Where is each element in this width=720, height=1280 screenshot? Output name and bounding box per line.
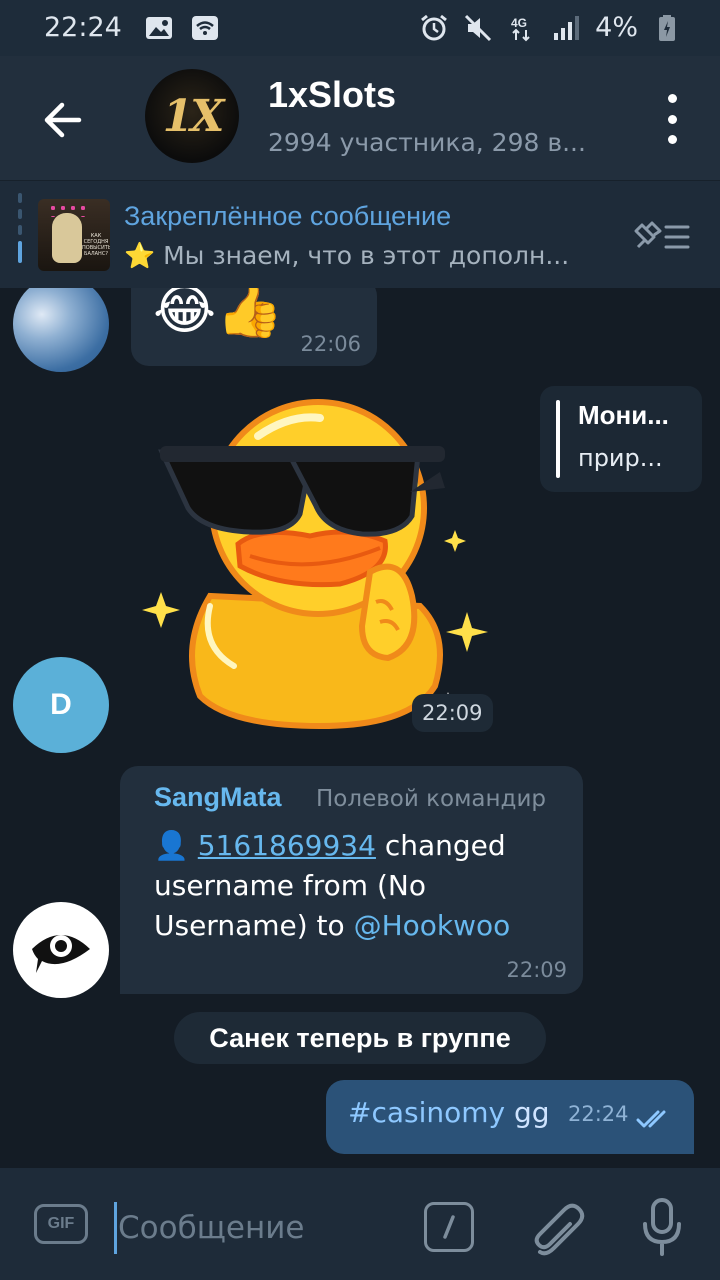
voice-message-button[interactable] bbox=[636, 1196, 688, 1258]
network-4g-icon: 4G bbox=[507, 14, 537, 42]
group-avatar[interactable]: 1X bbox=[145, 69, 239, 163]
eye-bubble-icon bbox=[32, 935, 90, 973]
reply-title: Мони... bbox=[578, 400, 669, 430]
sender-name[interactable]: SangMata bbox=[154, 782, 282, 813]
emoji-content: 😂👍 bbox=[153, 288, 284, 341]
gallery-icon bbox=[144, 14, 174, 42]
battery-percent: 4% bbox=[595, 12, 638, 43]
pinned-list-button[interactable] bbox=[632, 217, 692, 257]
message-text: 👤 5161869934 changed username from (No U… bbox=[154, 829, 511, 942]
user-icon: 👤 bbox=[154, 829, 189, 862]
dot-icon bbox=[667, 135, 677, 144]
dot-icon bbox=[667, 114, 677, 124]
message-input-bar: GIF bbox=[0, 1168, 720, 1280]
pinned-thumbnail: КАК СЕГОДНЯ ПОВЫСИТЬ БАЛАНС? bbox=[38, 199, 110, 271]
hashtag-link[interactable]: #casinomy bbox=[348, 1096, 505, 1129]
sender-role: Полевой командир bbox=[316, 786, 546, 812]
status-time: 22:24 bbox=[44, 12, 122, 43]
mute-icon bbox=[463, 14, 493, 42]
alarm-icon bbox=[419, 14, 449, 42]
message-bubble[interactable]: SangMata Полевой командир 👤 5161869934 c… bbox=[120, 766, 583, 994]
back-button[interactable] bbox=[30, 88, 94, 152]
more-options-button[interactable] bbox=[660, 94, 684, 144]
outgoing-message-bubble[interactable]: #casinomy gg 22:24 bbox=[326, 1080, 694, 1154]
reply-text: прир... bbox=[578, 444, 663, 472]
telegram-chat-screen: 22:24 4G 4% 1X 1xSlots 2994 участника, 2… bbox=[0, 0, 720, 1280]
user-avatar[interactable]: D bbox=[13, 657, 109, 753]
message-bubble[interactable]: 😂👍 22:06 bbox=[131, 288, 377, 366]
dot-icon bbox=[667, 94, 677, 103]
gif-button[interactable]: GIF bbox=[34, 1204, 88, 1244]
pinned-indicator bbox=[18, 193, 22, 277]
slash-icon bbox=[443, 1215, 455, 1239]
service-message: Санек теперь в группе bbox=[174, 1012, 546, 1064]
status-bar: 22:24 4G 4% bbox=[0, 0, 720, 56]
bot-commands-button[interactable] bbox=[424, 1202, 474, 1252]
signal-icon bbox=[551, 14, 581, 42]
message-input[interactable] bbox=[118, 1206, 398, 1250]
paperclip-icon bbox=[534, 1203, 585, 1256]
microphone-icon bbox=[643, 1198, 681, 1256]
arrow-left-icon bbox=[44, 102, 82, 138]
message-text: #casinomy gg bbox=[348, 1096, 550, 1129]
message-time: 22:06 bbox=[300, 332, 361, 356]
battery-icon bbox=[652, 14, 682, 42]
user-id-link[interactable]: 5161869934 bbox=[198, 829, 376, 862]
mention-link[interactable]: @Hookwoo bbox=[354, 909, 511, 942]
chat-subtitle[interactable]: 2994 участника, 298 в... bbox=[268, 128, 628, 157]
group-logo: 1X bbox=[162, 91, 225, 142]
sticker-time: 22:09 bbox=[412, 694, 493, 732]
duck-sticker[interactable] bbox=[140, 396, 500, 736]
text-caret bbox=[114, 1202, 117, 1254]
double-check-icon bbox=[636, 1110, 666, 1128]
attach-button[interactable] bbox=[532, 1196, 588, 1258]
user-avatar[interactable] bbox=[13, 288, 109, 372]
pinned-text: ⭐ Мы знаем, что в этот дополн... bbox=[124, 241, 570, 270]
svg-text:4G: 4G bbox=[511, 16, 527, 30]
reply-preview[interactable]: Мони... прир... bbox=[540, 386, 702, 492]
message-time: 22:09 bbox=[506, 958, 567, 982]
wifi-icon bbox=[190, 14, 220, 42]
chat-title[interactable]: 1xSlots bbox=[268, 74, 396, 116]
message-time: 22:24 bbox=[568, 1102, 629, 1126]
pinned-title: Закреплённое сообщение bbox=[124, 201, 452, 231]
message-list[interactable]: 😂👍 22:06 Мони... прир... D 22:09 SangMat… bbox=[0, 288, 720, 1168]
pinned-message-bar[interactable]: КАК СЕГОДНЯ ПОВЫСИТЬ БАЛАНС? Закреплённо… bbox=[0, 180, 720, 289]
pin-list-icon bbox=[634, 221, 690, 249]
chat-header: 1X 1xSlots 2994 участника, 298 в... bbox=[0, 56, 720, 180]
sangmata-avatar[interactable] bbox=[13, 902, 109, 998]
